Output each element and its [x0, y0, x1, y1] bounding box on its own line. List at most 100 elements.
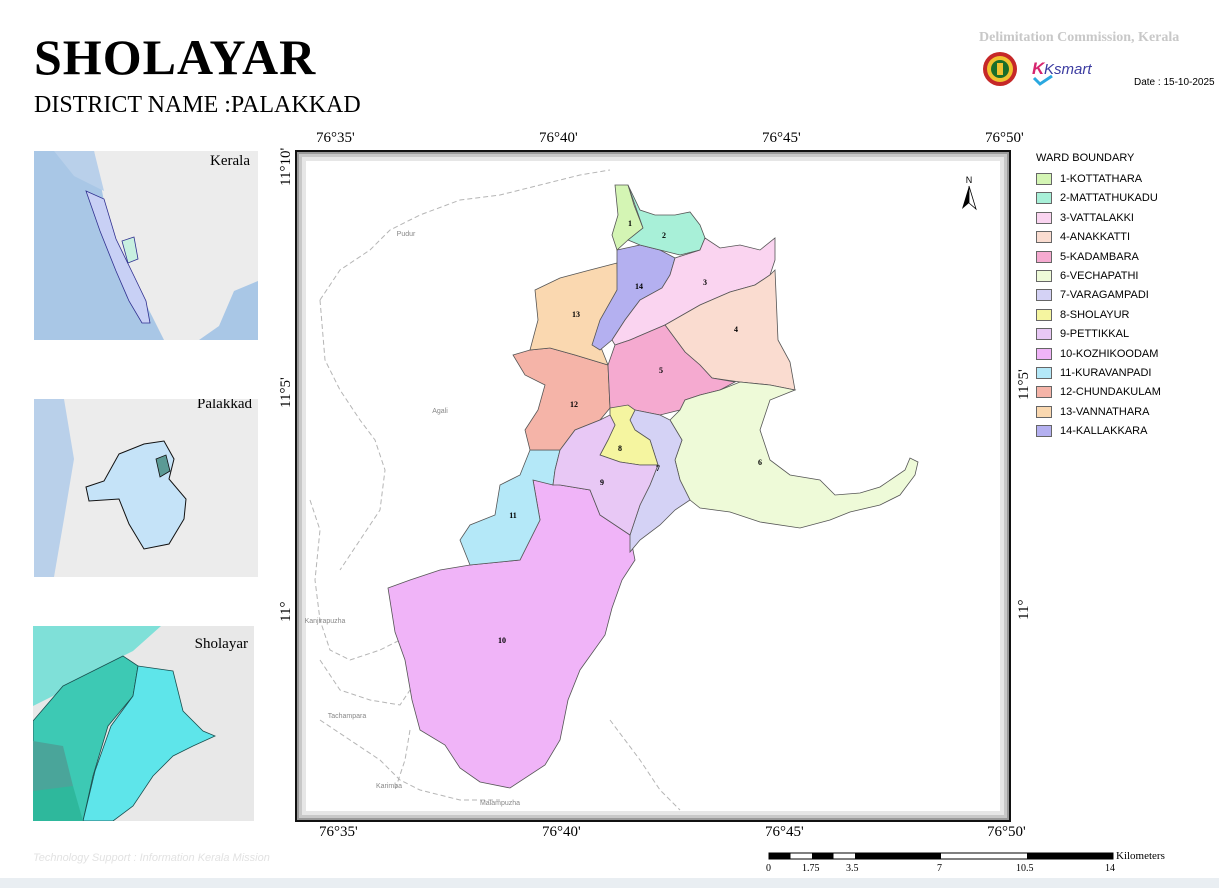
ward-label: 12: [570, 400, 578, 409]
place-label: Agali: [432, 408, 448, 415]
ward-label: 9: [600, 478, 604, 487]
scale-label-3: 7: [937, 863, 942, 874]
coord-top-1: 76°35': [316, 130, 355, 146]
legend-label: 1-KOTTATHARA: [1060, 173, 1143, 185]
legend-swatch: [1036, 367, 1052, 379]
scale-label-4: 10.5: [1016, 863, 1034, 874]
map-date: Date : 15-10-2025: [1134, 77, 1215, 88]
legend-swatch: [1036, 289, 1052, 302]
legend-item: 6-VECHAPATHI: [1036, 269, 1138, 283]
sholayar-inset: Sholayar: [33, 626, 254, 821]
legend-swatch: [1036, 425, 1052, 438]
coord-top-4: 76°50': [985, 130, 1024, 146]
legend-swatch: [1036, 386, 1052, 399]
coord-top-2: 76°40': [539, 130, 578, 146]
legend-swatch: [1036, 192, 1052, 205]
legend-swatch: [1036, 231, 1052, 244]
legend-item: 11-KURAVANPADI: [1036, 366, 1152, 380]
place-label: Pudur: [397, 231, 416, 238]
place-label: Tachampara: [328, 713, 367, 720]
legend-item: 9-PETTIKKAL: [1036, 327, 1129, 341]
legend-label: 12-CHUNDAKULAM: [1060, 386, 1161, 399]
coord-left-3: 11°: [278, 601, 294, 622]
ward-label: 13: [572, 310, 580, 319]
ward-label: 11: [509, 511, 517, 520]
legend-swatch: [1036, 347, 1052, 360]
tech-support-text: Technology Support : Information Kerala …: [33, 852, 270, 864]
legend-item: 4-ANAKKATTI: [1036, 230, 1130, 244]
legend-label: 11-KURAVANPADI: [1060, 367, 1152, 379]
ward-map: 1 2 3 4 5 6 7 8 9 10 11 12 13 14 Pudur A…: [295, 150, 1011, 822]
place-label: Karimba: [376, 783, 402, 790]
legend-item: 12-CHUNDAKULAM: [1036, 385, 1161, 399]
coord-bottom-2: 76°40': [542, 824, 581, 840]
kerala-inset: Kerala: [34, 151, 258, 340]
legend-swatch: [1036, 211, 1052, 224]
ward-label: 7: [656, 464, 660, 473]
legend-label: 5-KADAMBARA: [1060, 250, 1139, 263]
legend-swatch: [1036, 328, 1052, 341]
legend-label: 3-VATTALAKKI: [1060, 211, 1134, 224]
coord-left-2: 11°5': [278, 377, 294, 408]
ward-label: 1: [628, 219, 632, 228]
ward-label: 6: [758, 458, 762, 467]
coord-bottom-1: 76°35': [319, 824, 358, 840]
coord-bottom-4: 76°50': [987, 824, 1026, 840]
place-label: Malampuzha: [480, 800, 520, 807]
ksmart-logo: K Ksmart: [1032, 59, 1092, 86]
legend-item: 5-KADAMBARA: [1036, 250, 1139, 264]
legend-label: 6-VECHAPATHI: [1060, 270, 1139, 282]
legend-swatch: [1036, 270, 1052, 282]
legend-label: 10-KOZHIKOODAM: [1060, 347, 1159, 360]
scale-label-0: 0: [766, 863, 771, 874]
legend-label: 2-MATTATHUKADU: [1060, 192, 1158, 205]
ward-label: 5: [659, 366, 663, 375]
legend-swatch: [1036, 308, 1052, 321]
legend-title: WARD BOUNDARY: [1036, 152, 1135, 164]
legend-label: 4-ANAKKATTI: [1060, 231, 1131, 244]
ward-label: 14: [635, 282, 643, 291]
scale-label-5: 14: [1105, 863, 1115, 874]
ward-label: 3: [703, 278, 707, 287]
coord-top-3: 76°45': [762, 130, 801, 146]
coord-right-1: 11°5': [1016, 369, 1032, 400]
legend-item: 2-MATTATHUKADU: [1036, 191, 1158, 205]
coord-left-1: 11°10': [278, 147, 294, 186]
legend-label: 14-KALLAKKARA: [1060, 425, 1148, 438]
palakkad-inset-label: Palakkad: [197, 399, 252, 412]
palakkad-inset: Palakkad: [34, 399, 258, 577]
legend-item: 14-KALLAKKARA: [1036, 424, 1147, 438]
scale-bar: [768, 852, 1114, 860]
legend-item: 7-VARAGAMPADI: [1036, 288, 1149, 302]
ward-label: 2: [662, 231, 666, 240]
legend-label: 7-VARAGAMPADI: [1060, 289, 1149, 302]
legend-label: 9-PETTIKKAL: [1060, 328, 1130, 341]
sholayar-inset-label: Sholayar: [194, 636, 248, 652]
bottom-bar: [0, 878, 1219, 888]
legend-swatch: [1036, 405, 1052, 418]
page-title: SHOLAYAR: [34, 29, 317, 85]
legend-item: 10-KOZHIKOODAM: [1036, 347, 1158, 361]
kerala-inset-label: Kerala: [210, 153, 250, 169]
ward-label: 4: [734, 325, 738, 334]
place-label: Kanjirapuzha: [305, 618, 346, 625]
scale-label-2: 3.5: [846, 863, 859, 874]
scale-label-1: 1.75: [802, 863, 820, 874]
legend-item: 1-KOTTATHARA: [1036, 172, 1142, 186]
scale-unit: Kilometers: [1116, 850, 1165, 862]
commission-title: Delimitation Commission, Kerala: [979, 30, 1180, 45]
legend-item: 13-VANNATHARA: [1036, 405, 1149, 419]
ward-label: 8: [618, 444, 622, 453]
emblem-logo: [983, 52, 1017, 86]
legend-swatch: [1036, 173, 1052, 185]
legend-label: 8-SHOLAYUR: [1060, 308, 1130, 321]
coord-bottom-3: 76°45': [765, 824, 804, 840]
coord-right-2: 11°: [1016, 599, 1032, 620]
ward-label: 10: [498, 636, 506, 645]
legend-label: 13-VANNATHARA: [1060, 405, 1150, 418]
legend-swatch: [1036, 250, 1052, 263]
district-name: DISTRICT NAME :PALAKKAD: [34, 92, 361, 118]
legend-item: 3-VATTALAKKI: [1036, 211, 1134, 225]
svg-text:N: N: [966, 175, 973, 185]
legend-item: 8-SHOLAYUR: [1036, 308, 1129, 322]
